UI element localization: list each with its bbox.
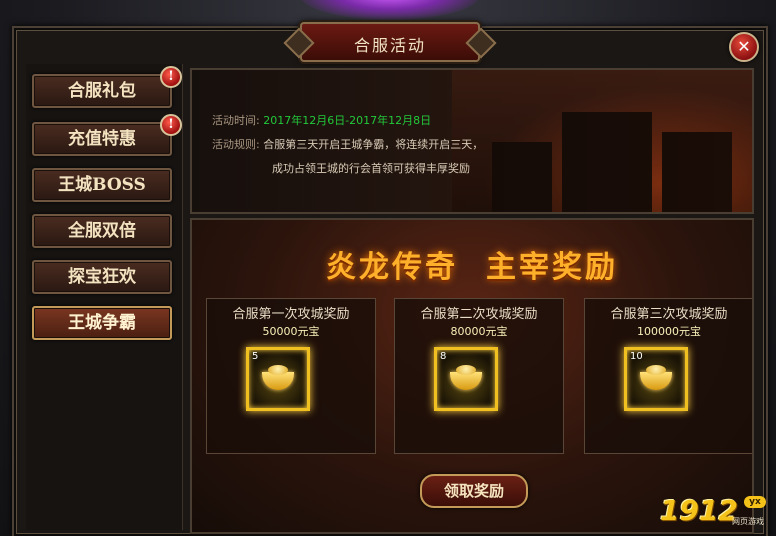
close-button[interactable]: ✕ bbox=[729, 32, 759, 62]
sidebar-item-label: 全服双倍 bbox=[68, 221, 136, 241]
window-title-plate: 合服活动 bbox=[300, 22, 480, 62]
reward-card-amount: 80000元宝 bbox=[450, 325, 508, 338]
sidebar-item-label: 探宝狂欢 bbox=[68, 267, 136, 287]
item-slot[interactable]: 5 bbox=[246, 347, 310, 411]
reward-card-title: 合服第一次攻城奖励 bbox=[232, 307, 350, 322]
reward-banner-title: 炎龙传奇 主宰奖励 bbox=[192, 242, 752, 286]
logo-subtitle: 网页游戏 bbox=[732, 517, 764, 526]
sidebar-item-recharge-deal[interactable]: 充值特惠 ! bbox=[32, 114, 182, 156]
logo-number: 1912 bbox=[660, 494, 738, 527]
reward-card-amount: 50000元宝 bbox=[262, 325, 320, 338]
close-icon: ✕ bbox=[737, 37, 751, 56]
event-rule-line1: 合服第三天开启王城争霸，将连续开启三天， bbox=[263, 138, 484, 151]
site-logo: 1912 yx 网页游戏 bbox=[660, 494, 772, 532]
window-title: 合服活动 bbox=[353, 36, 426, 55]
item-count: 10 bbox=[630, 351, 643, 362]
sidebar-item-merge-gift[interactable]: 合服礼包 ! bbox=[32, 66, 182, 108]
item-slot[interactable]: 10 bbox=[624, 347, 688, 411]
item-slot[interactable]: 8 bbox=[434, 347, 498, 411]
reward-card-title: 合服第三次攻城奖励 bbox=[610, 307, 728, 322]
reward-card-amount: 100000元宝 bbox=[637, 325, 701, 338]
reward-card: 合服第三次攻城奖励 100000元宝 10 bbox=[584, 298, 752, 454]
event-rule-line2: 成功占领王城的行会首领可获得丰厚奖励 bbox=[272, 162, 470, 175]
sidebar-item-label: 充值特惠 bbox=[68, 129, 136, 149]
sidebar-item-label: 王城BOSS bbox=[58, 175, 146, 195]
sidebar-item-label: 合服礼包 bbox=[68, 81, 136, 101]
castle-background-image bbox=[452, 70, 752, 212]
item-count: 8 bbox=[440, 351, 447, 362]
event-rule-row: 活动规则: 合服第三天开启王城争霸，将连续开启三天， bbox=[212, 136, 483, 152]
claim-reward-button[interactable]: 领取奖励 bbox=[420, 474, 528, 508]
gold-ingot-icon bbox=[450, 365, 482, 390]
gold-ingot-icon bbox=[640, 365, 672, 390]
reward-title-right: 主宰奖励 bbox=[486, 250, 618, 285]
sidebar-item-treasure-carnival[interactable]: 探宝狂欢 bbox=[32, 260, 172, 294]
logo-tag: yx bbox=[744, 496, 766, 508]
alert-badge-icon: ! bbox=[160, 114, 182, 136]
sidebar-item-king-city-boss[interactable]: 王城BOSS bbox=[32, 168, 172, 202]
event-time-value: 2017年12月6日-2017年12月8日 bbox=[263, 114, 432, 127]
game-screen: 合服活动 ✕ 合服礼包 ! 充值特惠 ! 王城BOSS 全服双倍 探宝狂欢 王城… bbox=[0, 0, 776, 536]
reward-panel: 炎龙传奇 主宰奖励 合服第一次攻城奖励 50000元宝 5 合服第二次攻城奖励 8… bbox=[190, 218, 754, 534]
sidebar-item-king-city-war[interactable]: 王城争霸 bbox=[32, 306, 172, 340]
reward-card: 合服第一次攻城奖励 50000元宝 5 bbox=[206, 298, 376, 454]
event-rule-label: 活动规则: bbox=[212, 138, 260, 151]
top-glow-decoration bbox=[300, 0, 480, 20]
alert-badge-icon: ! bbox=[160, 66, 182, 88]
reward-card: 合服第二次攻城奖励 80000元宝 8 bbox=[394, 298, 564, 454]
reward-title-left: 炎龙传奇 bbox=[326, 250, 458, 285]
event-info-panel: 活动时间: 2017年12月6日-2017年12月8日 活动规则: 合服第三天开… bbox=[190, 68, 754, 214]
sidebar-item-label: 王城争霸 bbox=[68, 313, 136, 333]
event-rule-row-2: 成功占领王城的行会首领可获得丰厚奖励 bbox=[272, 160, 470, 176]
sidebar-item-server-double[interactable]: 全服双倍 bbox=[32, 214, 172, 248]
event-time-row: 活动时间: 2017年12月6日-2017年12月8日 bbox=[212, 112, 431, 128]
gold-ingot-icon bbox=[262, 365, 294, 390]
reward-card-title: 合服第二次攻城奖励 bbox=[420, 307, 538, 322]
sidebar: 合服礼包 ! 充值特惠 ! 王城BOSS 全服双倍 探宝狂欢 王城争霸 bbox=[26, 64, 183, 530]
event-time-label: 活动时间: bbox=[212, 114, 260, 127]
item-count: 5 bbox=[252, 351, 259, 362]
